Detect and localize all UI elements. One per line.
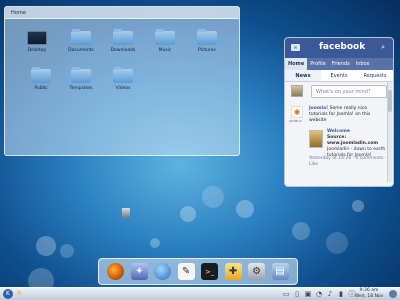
system-tray: ▭ ▯ ▣ ◔ ♪ ▮ ⓘ	[282, 290, 356, 298]
text-editor-icon[interactable]: ✎	[177, 263, 195, 280]
wallpaper-bokeh	[326, 232, 348, 254]
firefox-icon[interactable]	[107, 263, 125, 280]
tab-news[interactable]: News	[285, 70, 321, 81]
folder-item-label: Desktop	[27, 48, 47, 53]
folder-icon	[71, 29, 91, 45]
nav-home[interactable]: Home	[285, 58, 308, 70]
nav-profile[interactable]: Profile	[307, 58, 329, 70]
folder-icon	[155, 29, 175, 45]
wallpaper-bokeh	[202, 186, 224, 208]
wallpaper-bokeh	[352, 200, 364, 212]
wallpaper-bokeh	[36, 236, 56, 256]
clipboard-icon[interactable]: ▣	[304, 290, 312, 298]
facebook-tabs: News Events Requests	[285, 70, 393, 82]
folder-view-title[interactable]: Home	[5, 7, 239, 19]
kde-icon[interactable]: ✦	[130, 263, 148, 280]
folder-tray-icon[interactable]: ▯	[293, 290, 301, 298]
nav-inbox[interactable]: Inbox	[353, 58, 373, 70]
wallpaper-bokeh	[292, 222, 310, 240]
link-preview: Welcome Source: www.joomladin.com Joomla…	[327, 129, 389, 159]
tab-requests[interactable]: Requests	[357, 70, 393, 81]
joomla-logo-icon: ✱	[291, 106, 303, 118]
folder-item-label: Templates	[69, 86, 93, 91]
folder-item-pictures[interactable]: Pictures	[187, 29, 227, 53]
post-meta: Yesterday at 14:26 · 0 comments · Like	[309, 156, 387, 167]
notes-icon[interactable]: ✚	[224, 263, 242, 280]
desktop-icon	[27, 31, 47, 45]
file-manager-icon[interactable]: ▤	[271, 263, 289, 280]
volume-icon[interactable]: ♪	[326, 290, 334, 298]
status-input[interactable]: What's on your mind?	[311, 85, 387, 98]
folder-item-desktop[interactable]: Desktop	[17, 31, 57, 53]
folder-view-widget: Home Desktop Documents Downloads Music P…	[4, 6, 240, 156]
folder-item-videos[interactable]: Videos	[103, 67, 143, 91]
link-source[interactable]: www.joomladin.com	[327, 141, 378, 146]
tab-events[interactable]: Events	[321, 70, 357, 81]
scrollbar[interactable]	[387, 82, 392, 182]
joomla-logo-caption: JOOMLA!	[289, 119, 303, 123]
facebook-nav: Home Profile Friends Inbox	[285, 58, 393, 70]
avatar	[291, 85, 303, 97]
wallpaper-bokeh	[236, 200, 254, 218]
terminal-icon[interactable]: >_	[201, 263, 219, 280]
taskbar-panel: K ☀ ▭ ▯ ▣ ◔ ♪ ▮ ⓘ 9:36 am Wed, 18 Nov	[0, 287, 400, 300]
folder-item-music[interactable]: Music	[145, 29, 185, 53]
folder-item-label: Music	[158, 48, 172, 53]
web-browser-icon[interactable]	[154, 263, 172, 280]
wallpaper-bokeh	[180, 206, 196, 222]
folder-item-public[interactable]: Public	[21, 67, 61, 91]
folder-icon	[31, 67, 51, 83]
folder-item-label: Pictures	[198, 48, 216, 53]
folder-item-label: Downloads	[110, 48, 136, 53]
folder-item-label: Videos	[115, 86, 131, 91]
settings-icon[interactable]: ⚙	[248, 263, 266, 280]
news-feed-item: ✱ JOOMLA! Joomla! Some really nice tutor…	[285, 104, 393, 174]
folder-item-templates[interactable]: Templates	[61, 67, 101, 91]
chat-icon[interactable]: ✉	[291, 44, 300, 51]
folder-item-label: Documents	[68, 48, 94, 53]
post-message: Joomla! Some really nice tutorials for J…	[309, 106, 387, 124]
panel-toolbox-icon[interactable]	[389, 290, 397, 298]
wallpaper-bokeh	[150, 238, 160, 248]
folder-item-label: Public	[34, 86, 48, 91]
nav-friends[interactable]: Friends	[329, 58, 353, 70]
folder-item-documents[interactable]: Documents	[61, 29, 101, 53]
facebook-header: ✉ facebook ⌕	[285, 38, 393, 58]
status-composer: What's on your mind?	[285, 82, 393, 104]
network-icon[interactable]: ◔	[315, 290, 323, 298]
link-source-label: Source:	[327, 135, 347, 140]
link-thumbnail[interactable]	[309, 130, 323, 148]
battery-icon[interactable]: ▮	[337, 290, 345, 298]
search-icon[interactable]: ⌕	[381, 43, 385, 52]
wallpaper-bokeh	[60, 244, 74, 258]
folder-item-downloads[interactable]: Downloads	[103, 29, 143, 53]
folder-icon	[197, 29, 217, 45]
desktop-file-icon[interactable]	[122, 208, 130, 218]
folder-icon	[113, 29, 133, 45]
facebook-logo: facebook	[319, 42, 366, 52]
monitor-icon[interactable]: ▭	[282, 290, 290, 298]
weather-icon[interactable]: ☀	[15, 289, 27, 299]
folder-icon	[71, 67, 91, 83]
post-author[interactable]: Joomla!	[309, 106, 328, 111]
kde-menu-icon[interactable]: K	[3, 289, 13, 299]
application-dock: ✦ ✎ >_ ✚ ⚙ ▤	[98, 258, 298, 285]
clock-date: Wed, 18 Nov	[354, 294, 384, 299]
facebook-widget: ✉ facebook ⌕ Home Profile Friends Inbox …	[284, 37, 394, 187]
clock[interactable]: 9:36 am Wed, 18 Nov	[352, 288, 386, 300]
scrollbar-thumb[interactable]	[388, 90, 392, 112]
folder-icon	[113, 67, 133, 83]
